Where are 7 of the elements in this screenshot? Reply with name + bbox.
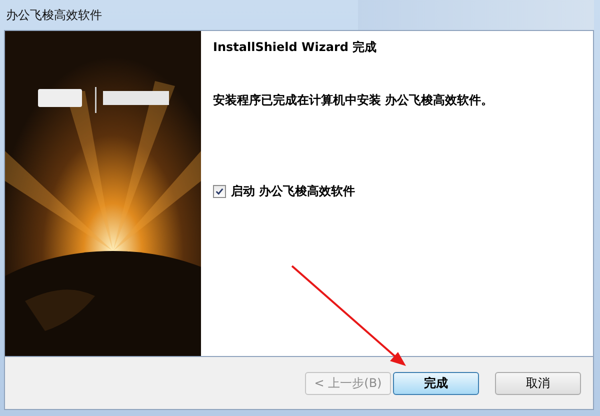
launch-label: 启动 办公飞梭高效软件 <box>231 183 356 200</box>
finish-button[interactable]: 完成 <box>393 372 479 394</box>
cancel-button[interactable]: 取消 <box>495 372 581 394</box>
completion-message: 安装程序已完成在计算机中安装 办公飞梭高效软件。 <box>213 92 494 109</box>
window-title: 办公飞梭高效软件 <box>6 6 102 24</box>
wizard-heading: InstallShield Wizard 完成 <box>213 39 378 56</box>
launch-checkbox[interactable] <box>213 185 226 198</box>
